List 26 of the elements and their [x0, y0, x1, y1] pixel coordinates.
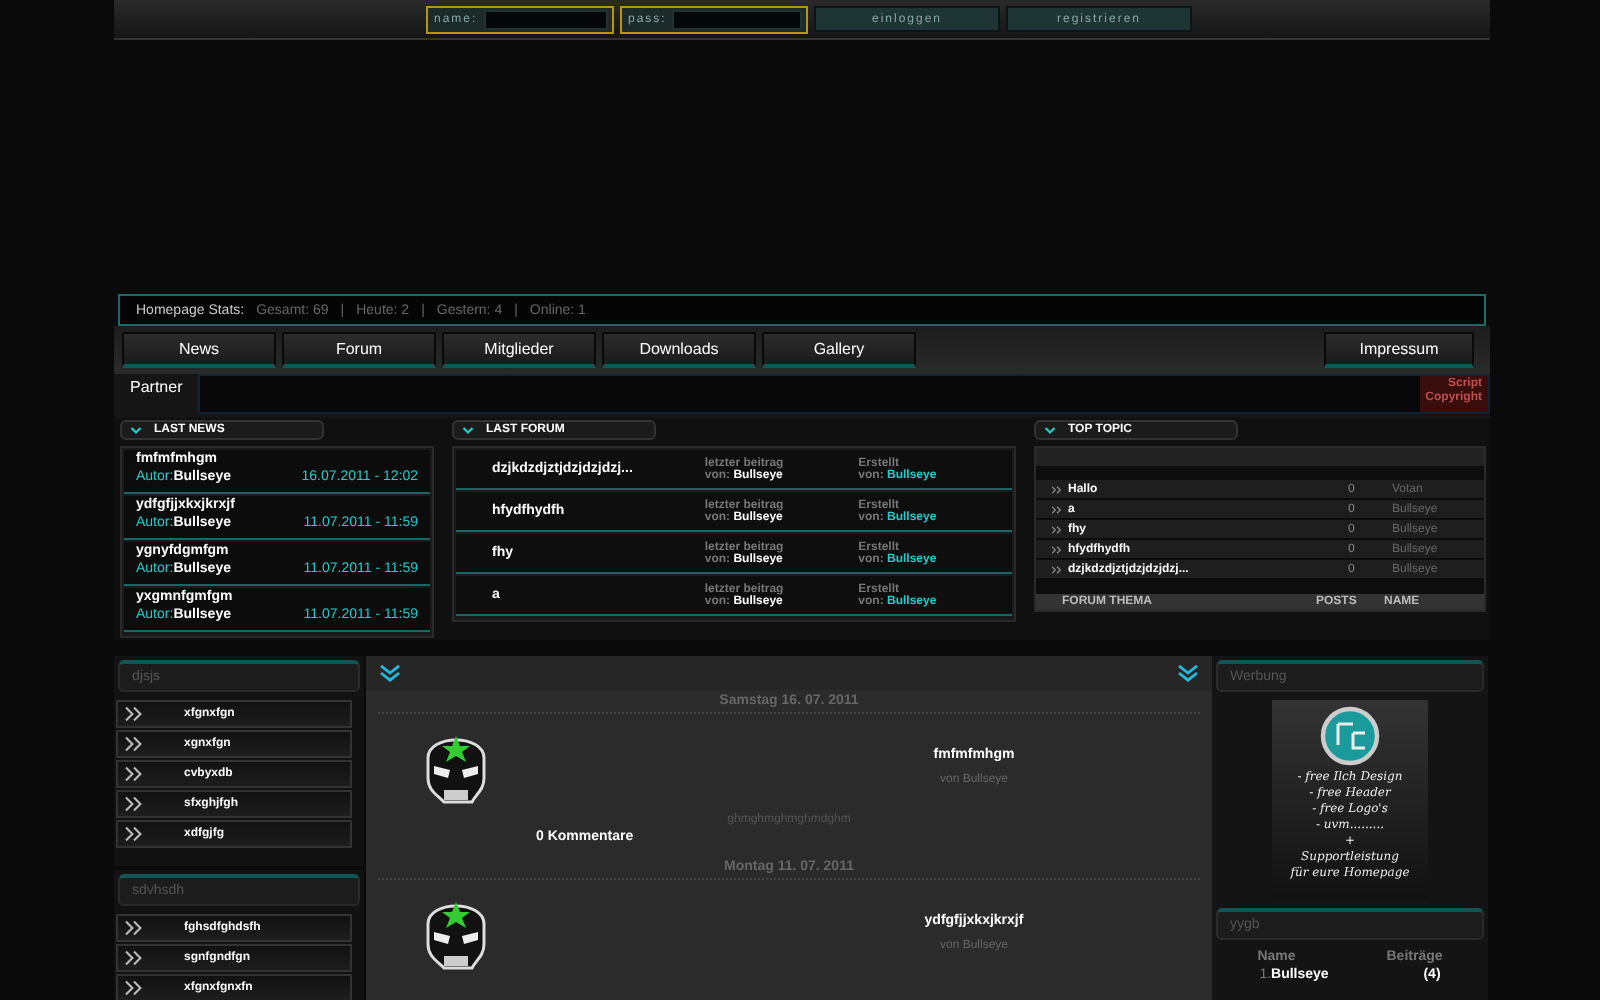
chevron-down-icon — [1044, 425, 1056, 435]
double-chevron-icon — [1052, 485, 1062, 493]
double-chevron-icon[interactable] — [1176, 664, 1200, 682]
chevron-down-icon — [462, 425, 474, 435]
double-chevron-icon — [124, 826, 144, 842]
double-chevron-icon — [124, 766, 144, 782]
nav-button[interactable]: News — [122, 332, 276, 368]
double-chevron-icon — [1052, 565, 1062, 573]
double-chevron-icon — [124, 706, 144, 722]
partner-link[interactable]: Partner — [114, 374, 199, 396]
double-chevron-icon — [124, 920, 144, 936]
circle-logo-icon — [1320, 706, 1380, 766]
double-chevron-icon — [124, 980, 144, 996]
double-chevron-icon — [124, 796, 144, 812]
nav-button[interactable]: Downloads — [602, 332, 756, 368]
double-chevron-icon[interactable] — [378, 664, 402, 682]
nav-button[interactable]: Gallery — [762, 332, 916, 368]
double-chevron-icon — [124, 736, 144, 752]
double-chevron-icon — [1052, 525, 1062, 533]
nav-button[interactable]: Mitglieder — [442, 332, 596, 368]
double-chevron-icon — [1052, 545, 1062, 553]
double-chevron-icon — [124, 950, 144, 966]
chevron-down-icon — [130, 425, 142, 435]
nav-button[interactable]: Forum — [282, 332, 436, 368]
nav-button[interactable]: Impressum — [1324, 332, 1474, 368]
double-chevron-icon — [1052, 505, 1062, 513]
